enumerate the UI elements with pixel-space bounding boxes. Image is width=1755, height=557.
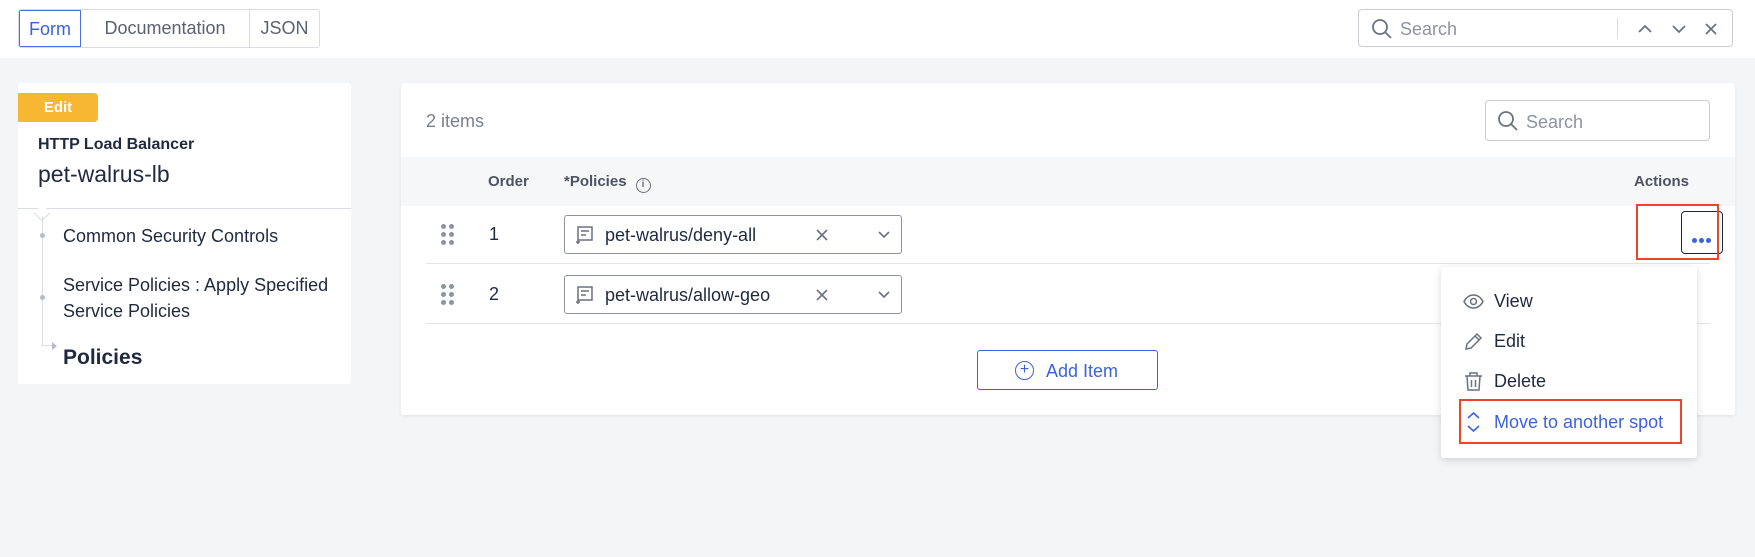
menu-item-delete[interactable]: Delete xyxy=(1441,361,1697,401)
view-tabs: Form Documentation JSON xyxy=(18,9,320,48)
search-placeholder: Search xyxy=(1526,112,1584,132)
search-icon xyxy=(1498,111,1518,131)
tree-dot xyxy=(40,295,45,300)
policy-select[interactable]: pet-walrus/deny-all xyxy=(564,215,902,254)
chevron-down-icon[interactable] xyxy=(1669,19,1689,39)
table-search-field[interactable]: Search xyxy=(1485,100,1710,141)
policy-value: pet-walrus/deny-all xyxy=(605,225,757,245)
info-icon[interactable]: i xyxy=(635,178,651,193)
order-number: 1 xyxy=(489,224,500,244)
tree-arrow-icon xyxy=(52,342,57,350)
table-header: Order *Policies i Actions xyxy=(401,157,1735,206)
drag-handle-icon[interactable] xyxy=(441,284,455,305)
menu-item-view[interactable]: View xyxy=(1441,281,1697,321)
top-search-field[interactable]: Search xyxy=(1358,9,1733,47)
sidebar-divider xyxy=(18,208,351,209)
add-item-button[interactable]: + Add Item xyxy=(977,350,1158,390)
top-bar: Form Documentation JSON Search xyxy=(0,0,1755,58)
policy-doc-icon xyxy=(576,226,593,244)
drag-handle-icon[interactable] xyxy=(441,224,455,245)
policy-value: pet-walrus/allow-geo xyxy=(605,285,771,305)
close-icon[interactable] xyxy=(1701,19,1721,39)
menu-item-label: Edit xyxy=(1494,331,1526,351)
object-type: HTTP Load Balancer xyxy=(38,136,195,153)
plus-circle-icon: + xyxy=(1015,361,1034,380)
eye-icon xyxy=(1463,294,1484,309)
highlight-box xyxy=(1459,399,1682,444)
policy-select[interactable]: pet-walrus/allow-geo xyxy=(564,275,902,314)
tree-item-common-security-controls[interactable]: Common Security Controls xyxy=(63,223,278,249)
search-icon xyxy=(1372,19,1392,39)
menu-item-edit[interactable]: Edit xyxy=(1441,321,1697,361)
tab-documentation[interactable]: Documentation xyxy=(81,10,250,47)
column-header-policies-label: *Policies xyxy=(564,173,627,190)
tab-json[interactable]: JSON xyxy=(250,10,319,47)
tab-form[interactable]: Form xyxy=(19,10,81,47)
item-count: 2 items xyxy=(426,111,485,131)
clear-icon[interactable] xyxy=(815,228,829,242)
table-row: 1 pet-walrus/deny-all xyxy=(426,204,1723,264)
order-number: 2 xyxy=(489,284,500,304)
tree-item-policies[interactable]: Policies xyxy=(63,345,142,371)
menu-item-label: Delete xyxy=(1494,371,1547,391)
tree-elbow xyxy=(42,337,52,346)
add-item-label: Add Item xyxy=(1046,361,1119,381)
chevron-down-icon[interactable] xyxy=(877,229,891,241)
chevron-up-icon[interactable] xyxy=(1635,19,1655,39)
tree-dot xyxy=(40,233,45,238)
column-header-policies: *Policies i xyxy=(564,173,651,193)
column-header-actions: Actions xyxy=(1634,173,1690,190)
highlight-box xyxy=(1636,204,1719,260)
search-separator xyxy=(1617,18,1618,39)
chevron-down-icon[interactable] xyxy=(877,289,891,301)
column-header-order: Order xyxy=(488,173,529,190)
tree-item-service-policies[interactable]: Service Policies : Apply Specified Servi… xyxy=(63,272,343,324)
pencil-icon xyxy=(1465,332,1483,350)
menu-item-label: View xyxy=(1494,291,1533,311)
object-name: pet-walrus-lb xyxy=(38,161,170,187)
clear-icon[interactable] xyxy=(815,288,829,302)
policy-doc-icon xyxy=(576,286,593,304)
edit-badge: Edit xyxy=(18,93,98,122)
object-sidebar: Edit HTTP Load Balancer pet-walrus-lb Co… xyxy=(18,83,351,384)
search-placeholder: Search xyxy=(1400,19,1458,39)
trash-icon xyxy=(1465,372,1482,391)
